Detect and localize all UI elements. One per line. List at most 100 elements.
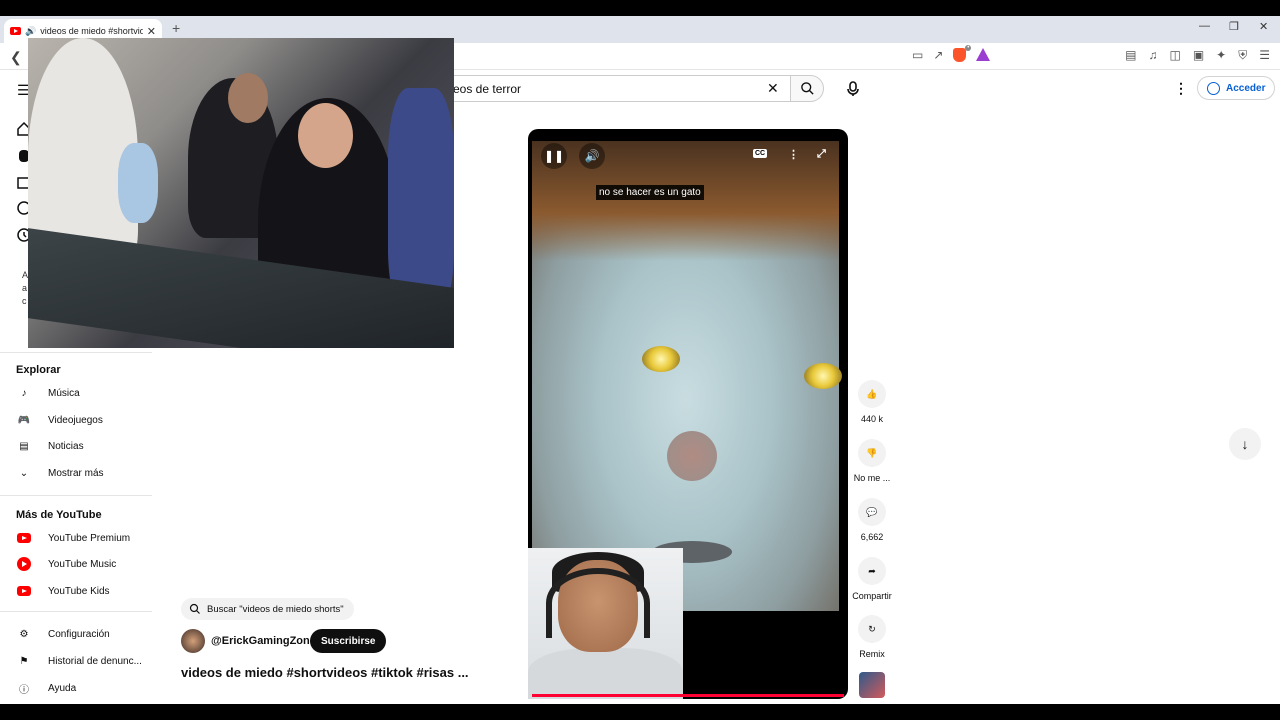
sidebar-item-youtube-premium[interactable]: YouTube Premium [16, 527, 156, 549]
fullscreen-icon[interactable]: ⤢ [817, 148, 826, 161]
microphone-icon [846, 80, 859, 96]
menu-icon[interactable]: ☰ [1259, 48, 1270, 63]
progress-bar[interactable] [532, 694, 844, 697]
sidebar-item-music[interactable]: ♪ Música [16, 382, 156, 404]
like-button[interactable]: 👍 440 k [852, 380, 892, 424]
webcam-overlay-video [28, 38, 454, 348]
signin-label: Acceder [1226, 82, 1266, 94]
gear-icon: ⚙ [19, 628, 29, 640]
player-more-icon[interactable]: ⋮ [788, 148, 799, 161]
thumbs-down-icon: 👎 [858, 439, 886, 467]
sidebar-item-label: Mostrar más [48, 467, 104, 479]
face-1 [228, 73, 268, 123]
shield-badge: • [965, 45, 972, 51]
brave-shield-icon[interactable]: • [953, 45, 972, 62]
browser-toolbar: ▤ ♫ ◫ ▣ ✦ ⛨ ☰ [1125, 48, 1270, 63]
cat-eye-left [642, 346, 680, 372]
volume-button[interactable]: 🔊 [579, 143, 605, 169]
sidebar-divider [0, 352, 152, 353]
sidebar-item-label: Ayuda [48, 682, 77, 694]
captions-icon[interactable]: CC [753, 149, 768, 158]
headset [546, 568, 650, 638]
sidebar-item-label: Noticias [48, 440, 84, 452]
streamer-webcam [528, 548, 683, 699]
sidebar-item-youtube-kids[interactable]: YouTube Kids [16, 580, 156, 602]
sidebar-item-show-more[interactable]: ⌄ Mostrar más [16, 462, 156, 484]
media-icon[interactable]: ♫ [1148, 48, 1157, 63]
screen-top-border [0, 0, 1280, 16]
voice-search-button[interactable] [840, 76, 865, 101]
minimize-button[interactable]: — [1199, 20, 1210, 32]
new-tab-button[interactable]: + [172, 20, 180, 36]
maximize-button[interactable]: ❐ [1229, 20, 1239, 33]
sidebar-item-help[interactable]: ⓘ Ayuda [16, 677, 156, 699]
video-frame [532, 141, 842, 611]
back-icon[interactable]: ❮ [10, 49, 22, 66]
channel-handle[interactable]: @ErickGamingZone [211, 635, 316, 647]
dislike-button[interactable]: 👎 No me ... [852, 439, 892, 483]
speaker-icon: 🔊 [25, 25, 37, 36]
comment-count: 6,662 [860, 532, 884, 542]
sidebar-item-label: Configuración [48, 628, 110, 640]
sidebar-item-news[interactable]: ▤ Noticias [16, 435, 156, 457]
dislike-label: No me ... [853, 473, 891, 483]
caption-text: no se hacer es un gato [596, 185, 704, 200]
search-icon [189, 603, 200, 614]
chip-label: Buscar "videos de miedo shorts" [207, 603, 344, 615]
volume-icon: 🔊 [584, 149, 600, 163]
remix-icon: ↻ [858, 615, 886, 643]
like-count: 440 k [860, 414, 884, 424]
youtube-kids-icon [17, 586, 31, 596]
chevron-down-icon: ⌄ [19, 467, 29, 479]
sidebar-item-label: Historial de denunc... [48, 655, 142, 667]
face-2 [298, 103, 353, 168]
sidebar-item-label: Videojuegos [48, 414, 103, 426]
next-video-button[interactable]: ↓ [1229, 428, 1261, 460]
sidebar-item-settings[interactable]: ⚙ Configuración [16, 623, 156, 645]
share-button[interactable]: ➦ Compartir [847, 557, 897, 601]
wallet-icon[interactable]: ▣ [1193, 48, 1204, 63]
tab-search-icon[interactable]: ▤ [1125, 48, 1136, 63]
share-icon[interactable]: ↗ [933, 48, 943, 62]
music-note-icon: ♪ [21, 387, 27, 399]
sidebar-item-gaming[interactable]: 🎮 Videojuegos [16, 409, 156, 431]
tab-title: videos de miedo #shortvideos [40, 26, 143, 36]
sidebar-item-label: YouTube Music [48, 558, 117, 570]
thumbs-up-icon: 👍 [858, 380, 886, 408]
youtube-favicon-icon [10, 27, 21, 35]
leo-ai-icon[interactable]: ✦ [1216, 48, 1226, 63]
vpn-icon[interactable]: ⛨ [1238, 48, 1247, 63]
clear-search-icon[interactable]: ✕ [767, 80, 779, 97]
subscribe-button[interactable]: Suscribirse [310, 629, 387, 653]
brave-rewards-icon[interactable] [976, 48, 991, 61]
search-button[interactable] [790, 75, 824, 102]
comment-icon: 💬 [858, 498, 886, 526]
flag-icon: ⚑ [19, 655, 29, 667]
remix-button[interactable]: ↻ Remix [852, 615, 892, 659]
channel-avatar[interactable] [181, 629, 205, 653]
signin-button[interactable]: Acceder [1197, 76, 1276, 100]
comments-button[interactable]: 💬 6,662 [852, 498, 892, 542]
search-icon [800, 82, 814, 95]
search-suggestion-chip[interactable]: Buscar "videos de miedo shorts" [181, 598, 354, 620]
pause-button[interactable]: ❚❚ [541, 143, 567, 169]
plush-toy [118, 143, 158, 223]
screen-bottom-border [0, 704, 1280, 720]
cat-eye-right [804, 363, 842, 389]
channel-thumbnail[interactable] [859, 672, 885, 698]
tab-close-icon[interactable]: ✕ [147, 25, 156, 38]
sidebar-divider [0, 495, 152, 496]
more-options-icon[interactable]: ⋮ [1174, 80, 1188, 97]
sidebar-icon[interactable]: ◫ [1169, 48, 1180, 63]
sidebar-item-youtube-music[interactable]: YouTube Music [16, 553, 156, 575]
close-window-button[interactable]: ✕ [1259, 20, 1268, 33]
search-input[interactable]: eos de terror [440, 75, 790, 102]
cast-icon[interactable]: ▭ [912, 48, 923, 62]
address-bar-tools: ▭ ↗ • [912, 45, 991, 62]
sidebar-item-report-history[interactable]: ⚑ Historial de denunc... [16, 650, 156, 672]
sidebar-peek-text-3: c [22, 296, 27, 306]
video-title[interactable]: videos de miedo #shortvideos #tiktok #ri… [181, 665, 469, 680]
pause-icon: ❚❚ [543, 149, 565, 163]
sidebar-item-label: YouTube Kids [48, 585, 110, 597]
sidebar-peek-text-2: a [22, 283, 28, 293]
